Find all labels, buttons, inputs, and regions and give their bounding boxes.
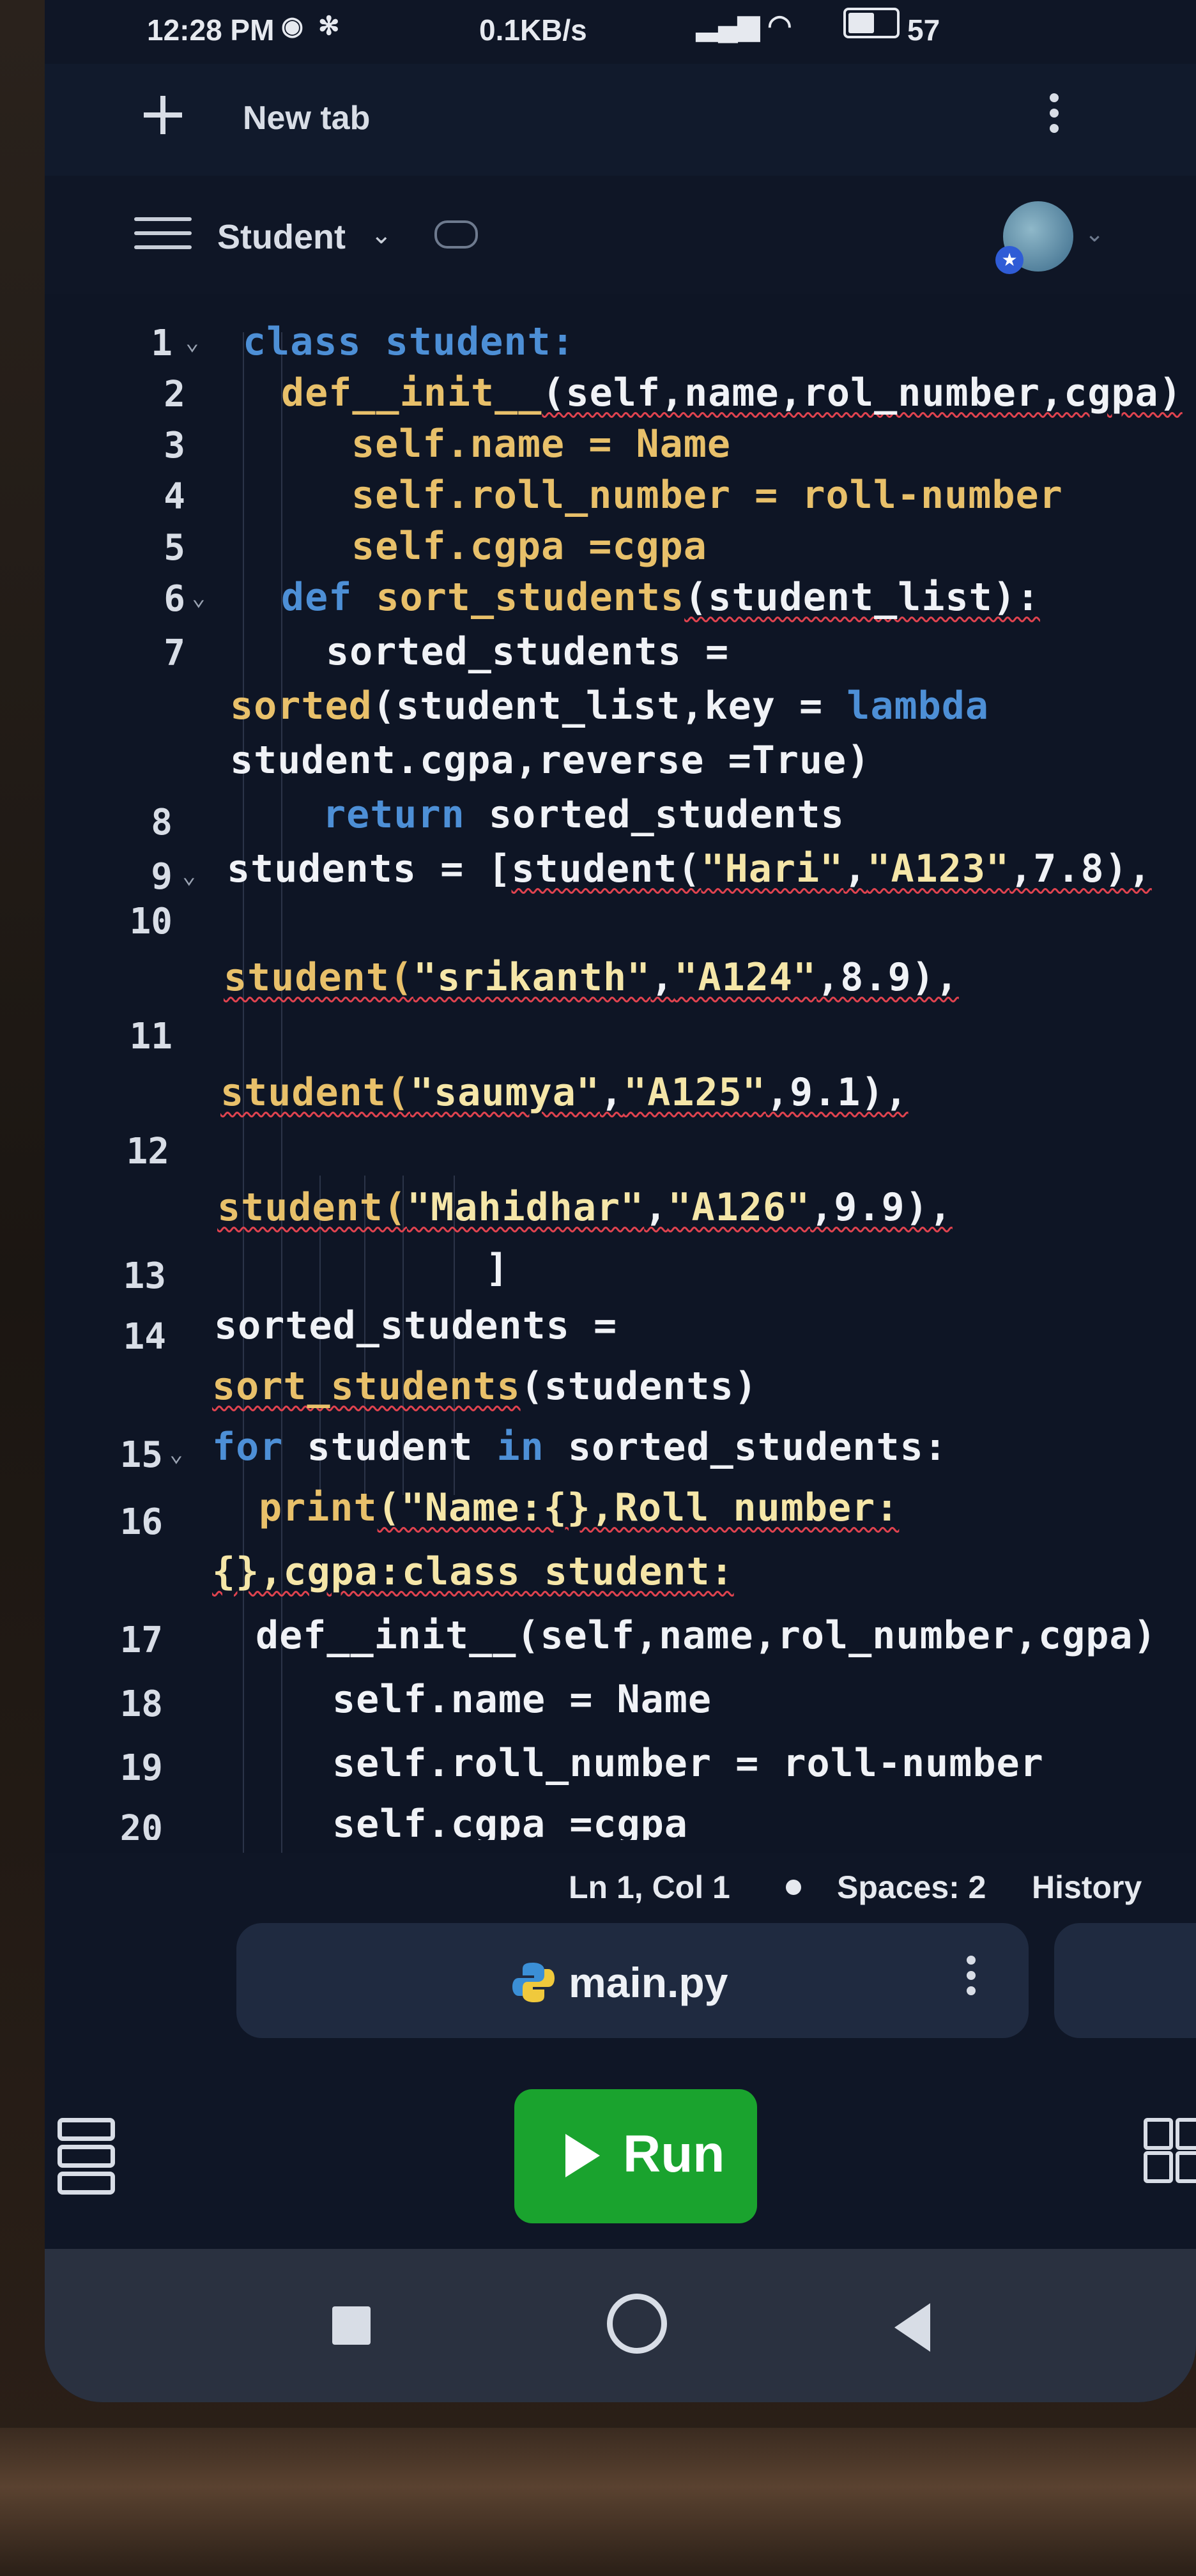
code-line[interactable]: 2 def__init__(self,name,rol_number,cgpa) <box>45 364 1196 422</box>
code-line-wrap[interactable]: {},cgpa:class student: <box>45 1543 1196 1600</box>
system-nav-bar <box>45 2249 1196 2402</box>
code-editor[interactable]: 1 ⌄ class student: 2 def__init__(self,na… <box>45 294 1196 1866</box>
run-button[interactable]: Run <box>514 2089 757 2223</box>
code-line[interactable]: 1 ⌄ class student: <box>45 313 1196 371</box>
home-icon[interactable] <box>607 2294 667 2354</box>
file-tab[interactable]: main.py <box>236 1923 1029 2038</box>
repl-name[interactable]: Student <box>217 217 346 257</box>
phone-frame: 12:28 PM ◉ ✻ 0.1KB/s ▂▄▆ ◠ 57 New tab St… <box>0 0 1196 2576</box>
code-line[interactable]: 19 self.roll_number = roll-number <box>45 1735 1196 1792</box>
code-line[interactable]: 9 ⌄ students = [student("Hari","A123",7.… <box>45 840 1196 898</box>
status-dot <box>786 1880 801 1895</box>
code-line[interactable]: 7 sorted_students = <box>45 623 1196 680</box>
fold-icon[interactable]: ⌄ <box>169 1441 183 1467</box>
cursor-position[interactable]: Ln 1, Col 1 <box>569 1869 730 1906</box>
cloud-icon <box>434 220 478 249</box>
python-icon <box>512 1963 555 2002</box>
code-line-wrap[interactable]: student("saumya","A125",9.1), <box>45 1064 1196 1121</box>
battery-icon <box>843 8 900 38</box>
code-line[interactable]: 8 return sorted_students <box>45 786 1196 843</box>
code-line[interactable]: 3 self.name = Name <box>45 415 1196 473</box>
tools-icon[interactable] <box>57 2118 115 2195</box>
file-tab-secondary[interactable] <box>1054 1923 1196 2038</box>
kebab-menu-icon[interactable] <box>1048 89 1061 147</box>
file-name: main.py <box>569 1959 728 2006</box>
code-line[interactable]: 14 sorted_students = <box>45 1297 1196 1358</box>
recents-icon[interactable] <box>332 2306 371 2345</box>
code-line[interactable]: 6 ⌄ def sort_students(student_list): <box>45 569 1196 626</box>
play-icon <box>565 2134 600 2177</box>
code-line[interactable]: 17 def__init__(self,name,rol_number,cgpa… <box>45 1607 1196 1664</box>
code-line[interactable]: 5 self.cgpa =cgpa <box>45 518 1196 575</box>
screen: 12:28 PM ◉ ✻ 0.1KB/s ▂▄▆ ◠ 57 New tab St… <box>45 0 1196 2402</box>
editor-status-bar: Ln 1, Col 1 Spaces: 2 History <box>45 1853 1196 1917</box>
hamburger-icon[interactable] <box>134 217 192 256</box>
fold-icon[interactable]: ⌄ <box>192 585 206 611</box>
fold-icon[interactable]: ⌄ <box>182 862 196 889</box>
code-line-wrap[interactable]: student("Mahidhar","A126",9.9), <box>45 1179 1196 1236</box>
status-time: 12:28 PM <box>147 13 275 47</box>
signal-icon: ▂▄▆ ◠ <box>696 10 792 41</box>
code-line[interactable]: 4 self.roll_number = roll-number <box>45 466 1196 524</box>
battery-level: 57 <box>907 13 940 47</box>
indent-setting[interactable]: Spaces: 2 <box>837 1869 986 1906</box>
code-line[interactable]: 13 ] <box>45 1239 1196 1297</box>
run-label: Run <box>623 2125 725 2183</box>
code-line-wrap[interactable]: sort_students(students) <box>45 1358 1196 1415</box>
fold-icon[interactable]: ⌄ <box>185 329 199 355</box>
star-badge-icon: ★ <box>995 246 1023 274</box>
network-speed: 0.1KB/s <box>479 13 587 47</box>
code-line[interactable]: 20 self.cgpa =cgpa <box>45 1795 1196 1840</box>
code-line[interactable]: 16 print("Name:{},Roll number: <box>45 1479 1196 1543</box>
history-button[interactable]: History <box>1032 1869 1142 1906</box>
phone-case <box>0 2428 1196 2576</box>
status-bar: 12:28 PM ◉ ✻ 0.1KB/s ▂▄▆ ◠ 57 <box>45 0 1196 61</box>
chevron-down-icon[interactable]: ⌄ <box>371 220 392 250</box>
code-line[interactable]: 15 ⌄ for student in sorted_students: <box>45 1418 1196 1476</box>
back-icon[interactable] <box>894 2303 930 2352</box>
plus-icon[interactable] <box>141 93 185 137</box>
file-menu-icon[interactable] <box>965 1952 977 2009</box>
bottom-toolbar: Run <box>45 2057 1196 2242</box>
notification-icons: ◉ ✻ <box>281 12 344 40</box>
tab-title[interactable]: New tab <box>243 99 370 137</box>
code-line-wrap[interactable]: student("srikanth","A124",8.9), <box>45 949 1196 1006</box>
tab-bar: New tab <box>45 64 1196 176</box>
chevron-down-icon[interactable]: ⌄ <box>1085 220 1104 247</box>
repl-header: Student ⌄ ★ ⌄ <box>45 182 1196 284</box>
code-line[interactable]: 18 self.name = Name <box>45 1671 1196 1728</box>
code-line-wrap[interactable]: student.cgpa,reverse =True) <box>45 732 1196 789</box>
grid-icon[interactable] <box>1144 2118 1196 2183</box>
code-line-wrap[interactable]: sorted(student_list,key = lambda <box>45 677 1196 735</box>
